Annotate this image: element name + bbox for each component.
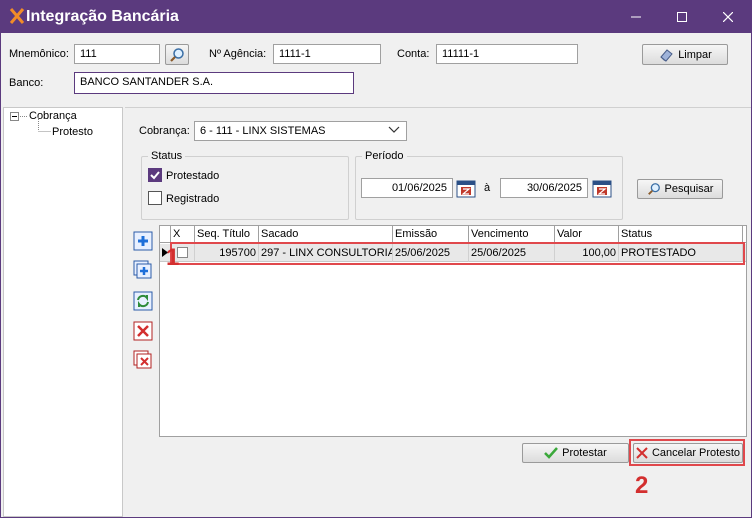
tree-child-connector <box>38 117 51 132</box>
cobranca-select[interactable]: 6 - 111 - LINX SISTEMAS <box>194 121 407 141</box>
delete-record-button[interactable] <box>133 321 153 341</box>
periodo-group-title: Período <box>362 150 407 162</box>
integracao-bancaria-window: Integração Bancária Mnemônico: 111 Nº Ag… <box>0 0 752 518</box>
banco-input[interactable]: BANCO SANTANDER S.A. <box>74 72 354 94</box>
title-bar: Integração Bancária <box>1 1 751 33</box>
cancelar-highlight-box <box>629 439 745 466</box>
window-title: Integração Bancária <box>26 8 179 25</box>
mnemonico-search-button[interactable] <box>165 44 189 65</box>
periodo-separator: à <box>484 182 491 194</box>
tree-collapse-toggle[interactable] <box>10 112 19 121</box>
annotation-2: 2 <box>635 472 649 499</box>
col-sacado-header[interactable]: Sacado <box>259 226 393 243</box>
maximize-button[interactable] <box>659 1 705 33</box>
periodo-from-calendar-button[interactable] <box>456 178 476 198</box>
cobranca-select-value: 6 - 111 - LINX SISTEMAS <box>200 125 326 137</box>
protestar-label: Protestar <box>562 447 607 459</box>
registrado-checkbox[interactable] <box>148 191 162 205</box>
registrado-label: Registrado <box>166 193 220 205</box>
add-multiple-icon <box>133 260 152 279</box>
grid-header: X Seq. Título Sacado Emissão Vencimento … <box>160 226 746 243</box>
close-icon <box>723 12 733 22</box>
col-x-header[interactable]: X <box>171 226 195 243</box>
tree-item-protesto[interactable]: Protesto <box>52 126 93 138</box>
add-icon <box>133 231 153 251</box>
protestar-button[interactable]: Protestar <box>522 443 629 463</box>
close-button[interactable] <box>705 1 751 33</box>
delete-multiple-button[interactable] <box>133 350 153 370</box>
periodo-to-calendar-button[interactable] <box>592 178 612 198</box>
limpar-button[interactable]: Limpar <box>642 44 728 65</box>
check-icon <box>150 171 160 180</box>
status-group-title: Status <box>148 150 186 162</box>
status-groupbox <box>141 156 349 220</box>
grid-row-indicator-header <box>160 226 171 243</box>
chevron-down-icon <box>388 126 400 133</box>
pesquisar-label: Pesquisar <box>664 183 714 195</box>
calendar-icon <box>456 180 476 198</box>
minimize-icon <box>631 16 641 18</box>
conta-label: Conta: <box>397 48 430 60</box>
magnifier-icon <box>647 183 660 195</box>
refresh-button[interactable] <box>133 291 153 311</box>
mnemonico-label: Mnemônico: <box>9 48 69 60</box>
magnifier-icon <box>170 47 184 62</box>
col-seq-header[interactable]: Seq. Título <box>195 226 259 243</box>
annotation-1: 1 <box>166 244 180 271</box>
agencia-label: Nº Agência: <box>209 48 267 60</box>
agencia-input[interactable]: 1111-1 <box>273 44 381 64</box>
maximize-icon <box>677 12 687 22</box>
navigation-tree: Cobrança Protesto <box>3 107 123 517</box>
refresh-icon <box>133 291 153 311</box>
cobranca-label: Cobrança: <box>139 125 190 137</box>
col-emissao-header[interactable]: Emissão <box>393 226 469 243</box>
calendar-icon <box>592 180 612 198</box>
col-status-header[interactable]: Status <box>619 226 743 243</box>
protestado-checkbox[interactable] <box>148 168 162 182</box>
conta-input[interactable]: 11111-1 <box>436 44 578 64</box>
col-extra-header <box>743 226 746 243</box>
protestado-label: Protestado <box>166 170 220 182</box>
periodo-from-input[interactable]: 01/06/2025 <box>361 178 453 198</box>
delete-multiple-icon <box>133 350 152 369</box>
delete-icon <box>133 321 153 341</box>
periodo-to-input[interactable]: 30/06/2025 <box>500 178 588 198</box>
app-logo-icon <box>9 8 25 24</box>
mnemonico-input[interactable]: 111 <box>74 44 160 64</box>
add-record-button[interactable] <box>133 231 153 251</box>
limpar-label: Limpar <box>678 48 712 61</box>
checkmark-icon <box>544 447 559 459</box>
row-highlight-box <box>170 242 745 265</box>
banco-label: Banco: <box>9 77 44 89</box>
col-valor-header[interactable]: Valor <box>555 226 619 243</box>
add-multiple-button[interactable] <box>133 260 153 280</box>
eraser-icon <box>660 48 673 62</box>
pesquisar-button[interactable]: Pesquisar <box>637 179 723 199</box>
tree-item-cobranca[interactable]: Cobrança <box>29 110 77 122</box>
col-vencimento-header[interactable]: Vencimento <box>469 226 555 243</box>
minimize-button[interactable] <box>613 1 659 33</box>
